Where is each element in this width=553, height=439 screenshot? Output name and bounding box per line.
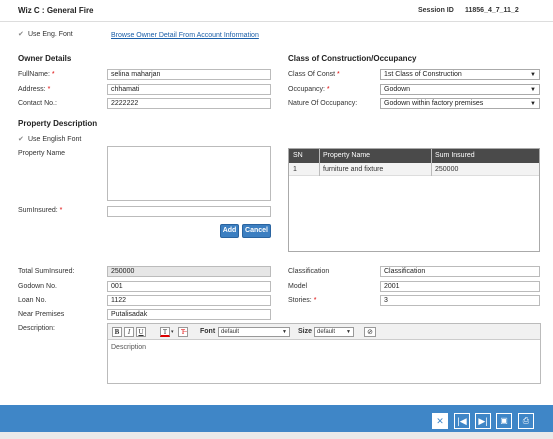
- use-english-font-label: Use English Font: [28, 136, 82, 143]
- near-premises-label: Near Premises: [18, 311, 65, 318]
- loan-label: Loan No.: [18, 297, 47, 304]
- first-icon[interactable]: |◀: [454, 413, 470, 429]
- occupancy-label: Occupancy: *: [288, 86, 330, 93]
- size-select[interactable]: default ▼: [314, 327, 354, 337]
- remove-format-icon[interactable]: T̶: [178, 327, 188, 337]
- grid-header-property-name: Property Name: [323, 152, 371, 159]
- grid-cell-sum-insured: 250000: [435, 166, 459, 173]
- classification-input[interactable]: Classification: [380, 266, 540, 277]
- address-input[interactable]: chhamati: [107, 84, 271, 95]
- chevron-down-icon: ▼: [346, 329, 351, 335]
- chevron-down-icon: ▼: [530, 101, 536, 107]
- font-label: Font: [200, 328, 216, 335]
- session-label: Session ID: [418, 7, 454, 14]
- chevron-down-icon: ▼: [282, 329, 287, 335]
- fullname-label: FullName: *: [18, 71, 55, 78]
- grid-header-sn: SN: [293, 152, 303, 159]
- chevron-down-icon: ▼: [530, 72, 536, 78]
- loan-input[interactable]: 1122: [107, 295, 271, 306]
- italic-icon[interactable]: I: [124, 327, 134, 337]
- property-name-label: Property Name: [18, 150, 66, 157]
- bold-icon[interactable]: B: [112, 327, 122, 337]
- title-bar: Wiz C : General Fire Session ID 11856_4_…: [0, 0, 553, 22]
- property-heading: Property Description: [18, 119, 98, 128]
- sum-insured-label: SumInsured: *: [18, 207, 63, 214]
- use-eng-font-label: Use Eng. Font: [28, 31, 73, 38]
- font-select[interactable]: default ▼: [218, 327, 290, 337]
- model-input[interactable]: 2001: [380, 281, 540, 292]
- close-icon[interactable]: ✕: [432, 413, 448, 429]
- use-english-font-checkbox[interactable]: ✔: [18, 136, 25, 143]
- address-label: Address: *: [18, 86, 51, 93]
- use-eng-font-checkbox[interactable]: ✔: [18, 31, 25, 38]
- occupancy-select[interactable]: Godown ▼: [380, 84, 540, 95]
- property-grid: SN Property Name Sum Insured 1 furniture…: [288, 148, 540, 252]
- total-sum-label: Total SumInsured:: [18, 268, 75, 275]
- editor-toolbar: B I U T ▾ T̶ Font default ▼ Size default ▼…: [108, 324, 540, 340]
- class-const-label: Class Of Const *: [288, 71, 340, 78]
- grid-header: SN Property Name Sum Insured: [289, 149, 539, 163]
- page-title: Wiz C : General Fire: [18, 6, 94, 15]
- contact-label: Contact No.:: [18, 100, 57, 107]
- construction-heading: Class of Construction/Occupancy: [288, 54, 417, 63]
- description-editor: B I U T ▾ T̶ Font default ▼ Size default ▼…: [107, 323, 541, 384]
- sum-insured-input[interactable]: [107, 206, 271, 217]
- owner-details-heading: Owner Details: [18, 54, 72, 63]
- underline-icon[interactable]: U: [136, 327, 146, 337]
- chevron-down-icon: ▼: [530, 87, 536, 93]
- last-icon[interactable]: ▶|: [475, 413, 491, 429]
- grid-cell-property-name: furniture and fixture: [323, 166, 384, 173]
- class-const-select[interactable]: 1st Class of Construction ▼: [380, 69, 540, 80]
- table-row[interactable]: 1 furniture and fixture 250000: [289, 163, 539, 176]
- browse-owner-link[interactable]: Browse Owner Detail From Account Informa…: [111, 32, 259, 39]
- link-icon[interactable]: ⊘: [364, 327, 376, 337]
- bottom-strip: [0, 432, 553, 439]
- classification-label: Classification: [288, 268, 330, 275]
- fullname-input[interactable]: selina maharjan: [107, 69, 271, 80]
- model-label: Model: [288, 283, 308, 290]
- print-icon[interactable]: ⎙: [518, 413, 534, 429]
- nature-occupancy-label: Nature Of Occupancy:: [288, 100, 358, 107]
- description-label: Description:: [18, 325, 55, 332]
- contact-input[interactable]: 2222222: [107, 98, 271, 109]
- godown-label: Godown No.: [18, 283, 57, 290]
- nature-occupancy-select[interactable]: Godown within factory premises ▼: [380, 98, 540, 109]
- grid-cell-sn: 1: [293, 166, 297, 173]
- near-premises-input[interactable]: Putalisadak: [107, 309, 271, 320]
- save-icon[interactable]: ▣: [496, 413, 512, 429]
- session-value: 11856_4_7_11_2: [465, 7, 519, 14]
- size-label: Size: [298, 328, 313, 335]
- stories-label: Stories: *: [288, 297, 317, 304]
- editor-content[interactable]: Description: [111, 344, 146, 351]
- chevron-down-icon[interactable]: ▾: [171, 329, 174, 335]
- total-sum-input: 250000: [107, 266, 271, 277]
- godown-input[interactable]: 001: [107, 281, 271, 292]
- stories-input[interactable]: 3: [380, 295, 540, 306]
- add-button[interactable]: Add: [220, 224, 239, 238]
- grid-header-sum-insured: Sum Insured: [435, 152, 475, 159]
- text-color-icon[interactable]: T: [160, 327, 170, 337]
- cancel-button[interactable]: Cancel: [242, 224, 271, 238]
- property-name-textarea[interactable]: [107, 146, 271, 201]
